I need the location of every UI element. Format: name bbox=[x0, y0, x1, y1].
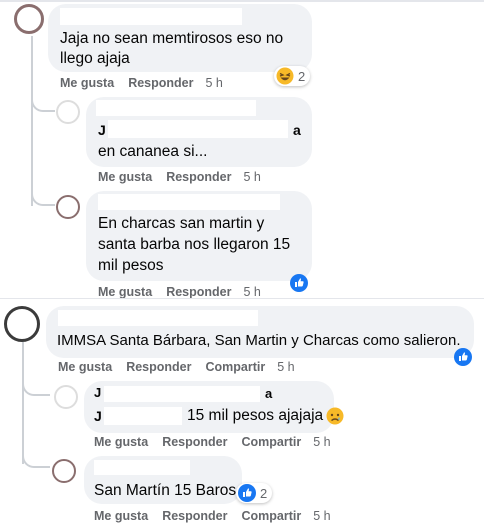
redacted-author-name bbox=[60, 8, 242, 25]
reaction-summary[interactable] bbox=[454, 348, 472, 366]
timestamp[interactable]: 5 h bbox=[277, 360, 294, 374]
like-button[interactable]: Me gusta bbox=[58, 360, 112, 374]
like-button[interactable]: Me gusta bbox=[94, 435, 148, 449]
comment-text: en cananea si... bbox=[98, 143, 208, 160]
comment-text: San Martín 15 Baros bbox=[94, 482, 237, 499]
thread-branch bbox=[31, 190, 55, 206]
avatar[interactable] bbox=[52, 459, 76, 483]
timestamp[interactable]: 5 h bbox=[205, 76, 222, 90]
reply-button[interactable]: Responder bbox=[162, 435, 227, 449]
author-name-initial[interactable]: J bbox=[98, 120, 106, 141]
author-name-initial[interactable]: J bbox=[94, 385, 101, 401]
comment-text: IMMSA Santa Bárbara, San Martin y Charca… bbox=[57, 332, 461, 349]
thread-branch bbox=[22, 452, 50, 468]
reaction-count: 2 bbox=[298, 68, 306, 84]
share-button[interactable]: Compartir bbox=[241, 435, 301, 449]
comment-text: 15 mil pesos ajajaja bbox=[187, 407, 324, 424]
avatar[interactable] bbox=[4, 306, 40, 342]
comment-actions: Me gusta Responder Compartir 5 h bbox=[58, 360, 309, 374]
reaction-summary[interactable]: 2 bbox=[274, 66, 311, 86]
share-button[interactable]: Compartir bbox=[241, 509, 301, 523]
redacted-author-name bbox=[94, 460, 190, 475]
reply-button[interactable]: Responder bbox=[162, 509, 227, 523]
redacted-author-name bbox=[104, 386, 260, 402]
thread-line bbox=[22, 342, 24, 464]
reply-button[interactable]: Responder bbox=[166, 285, 231, 299]
author-name-end[interactable]: a bbox=[293, 120, 301, 141]
reaction-count: 2 bbox=[260, 485, 268, 501]
reaction-summary[interactable] bbox=[290, 274, 308, 292]
comment-actions: Me gusta Responder 5 h bbox=[98, 170, 275, 184]
avatar[interactable] bbox=[54, 385, 78, 409]
comment-actions: Me gusta Responder 5 h bbox=[60, 76, 237, 90]
like-icon bbox=[454, 348, 472, 366]
comment-actions: Me gusta Responder Compartir 5 h bbox=[94, 509, 345, 523]
timestamp[interactable]: 5 h bbox=[313, 509, 330, 523]
like-icon bbox=[290, 274, 308, 292]
timestamp[interactable]: 5 h bbox=[243, 170, 260, 184]
comment-text: santa barba nos llegaron 15 bbox=[98, 236, 291, 253]
share-button[interactable]: Compartir bbox=[205, 360, 265, 374]
top-border bbox=[0, 0, 484, 2]
reply-button[interactable]: Responder bbox=[166, 170, 231, 184]
comment-text: En charcas san martin y bbox=[98, 215, 265, 232]
reaction-summary[interactable] bbox=[326, 407, 344, 425]
timestamp[interactable]: 5 h bbox=[243, 285, 260, 299]
avatar[interactable] bbox=[56, 100, 80, 124]
avatar[interactable] bbox=[14, 4, 44, 34]
like-button[interactable]: Me gusta bbox=[94, 509, 148, 523]
comment-text: llego ajaja bbox=[60, 50, 130, 67]
like-button[interactable]: Me gusta bbox=[60, 76, 114, 90]
thread-line bbox=[31, 36, 33, 206]
redacted-author-name bbox=[108, 120, 288, 138]
sad-emoji-icon bbox=[326, 407, 344, 425]
reply-button[interactable]: Responder bbox=[128, 76, 193, 90]
avatar[interactable] bbox=[56, 195, 80, 219]
redacted-author-name bbox=[104, 407, 182, 425]
redacted-author-name bbox=[98, 194, 280, 210]
like-button[interactable]: Me gusta bbox=[98, 170, 152, 184]
like-icon bbox=[238, 484, 256, 502]
thread-branch bbox=[31, 96, 55, 112]
reply-button[interactable]: Responder bbox=[126, 360, 191, 374]
comment-text: mil pesos bbox=[98, 257, 164, 274]
redacted-author-name bbox=[58, 310, 258, 326]
thread-branch bbox=[22, 380, 50, 396]
redacted-author-name bbox=[96, 100, 256, 116]
divider bbox=[0, 298, 484, 299]
author-name-end[interactable]: a bbox=[265, 386, 272, 402]
comment-text: Jaja no sean memtirosos eso no bbox=[60, 30, 284, 47]
comment-actions: Me gusta Responder Compartir 5 h bbox=[94, 435, 345, 449]
timestamp[interactable]: 5 h bbox=[313, 435, 330, 449]
haha-emoji-icon bbox=[276, 67, 294, 85]
like-button[interactable]: Me gusta bbox=[98, 285, 152, 299]
reaction-summary[interactable]: 2 bbox=[236, 483, 273, 503]
comment-actions: Me gusta Responder 5 h bbox=[98, 285, 275, 299]
author-name-initial[interactable]: J bbox=[94, 406, 102, 427]
